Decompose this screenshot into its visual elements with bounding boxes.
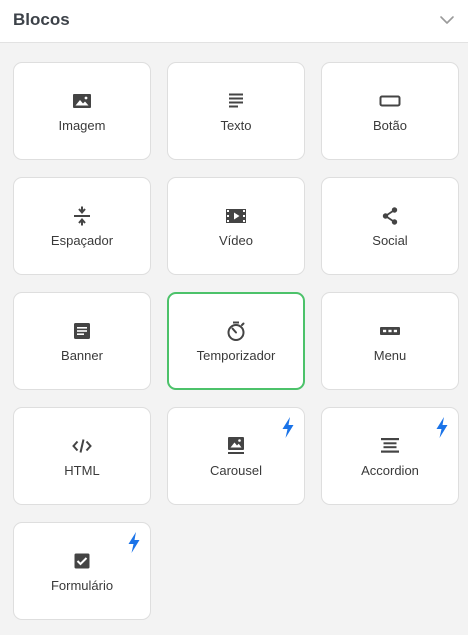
block-label: Botão (373, 118, 407, 133)
block-botao[interactable]: Botão (321, 62, 459, 160)
block-menu[interactable]: Menu (321, 292, 459, 390)
block-imagem[interactable]: Imagem (13, 62, 151, 160)
block-label: Accordion (361, 463, 419, 478)
video-icon (225, 205, 247, 227)
share-icon (379, 205, 401, 227)
block-video[interactable]: Vídeo (167, 177, 305, 275)
block-label: Banner (61, 348, 103, 363)
block-social[interactable]: Social (321, 177, 459, 275)
panel-header[interactable]: Blocos (0, 0, 468, 43)
button-icon (379, 90, 401, 112)
carousel-icon (225, 435, 247, 457)
block-label: Temporizador (196, 348, 276, 363)
code-icon (71, 435, 93, 457)
block-formulario[interactable]: Formulário (13, 522, 151, 620)
block-espacador[interactable]: Espaçador (13, 177, 151, 275)
spacer-icon (71, 205, 93, 227)
menu-icon (379, 320, 401, 342)
block-label: HTML (64, 463, 100, 478)
block-label: Imagem (58, 118, 106, 133)
block-temporizador[interactable]: Temporizador (167, 292, 305, 390)
block-label: Formulário (50, 578, 114, 593)
block-texto[interactable]: Texto (167, 62, 305, 160)
lightning-bolt-icon (281, 417, 295, 438)
block-label: Social (372, 233, 408, 248)
image-icon (71, 90, 93, 112)
block-accordion[interactable]: Accordion (321, 407, 459, 505)
accordion-icon (379, 435, 401, 457)
banner-icon (71, 320, 93, 342)
block-label: Carousel (209, 463, 263, 478)
lightning-bolt-icon (127, 532, 141, 553)
text-lines-icon (225, 90, 247, 112)
block-label: Menu (373, 348, 407, 363)
chevron-down-icon[interactable] (438, 11, 456, 29)
checkbox-icon (71, 550, 93, 572)
block-carousel[interactable]: Carousel (167, 407, 305, 505)
block-html[interactable]: HTML (13, 407, 151, 505)
blocks-grid: Imagem Texto Botão Espaçador Vídeo Socia… (13, 62, 459, 620)
block-label: Texto (220, 118, 252, 133)
lightning-bolt-icon (435, 417, 449, 438)
block-label: Vídeo (219, 233, 253, 248)
timer-icon (225, 320, 247, 342)
block-banner[interactable]: Banner (13, 292, 151, 390)
block-label: Espaçador (50, 233, 114, 248)
panel-title: Blocos (13, 10, 70, 29)
